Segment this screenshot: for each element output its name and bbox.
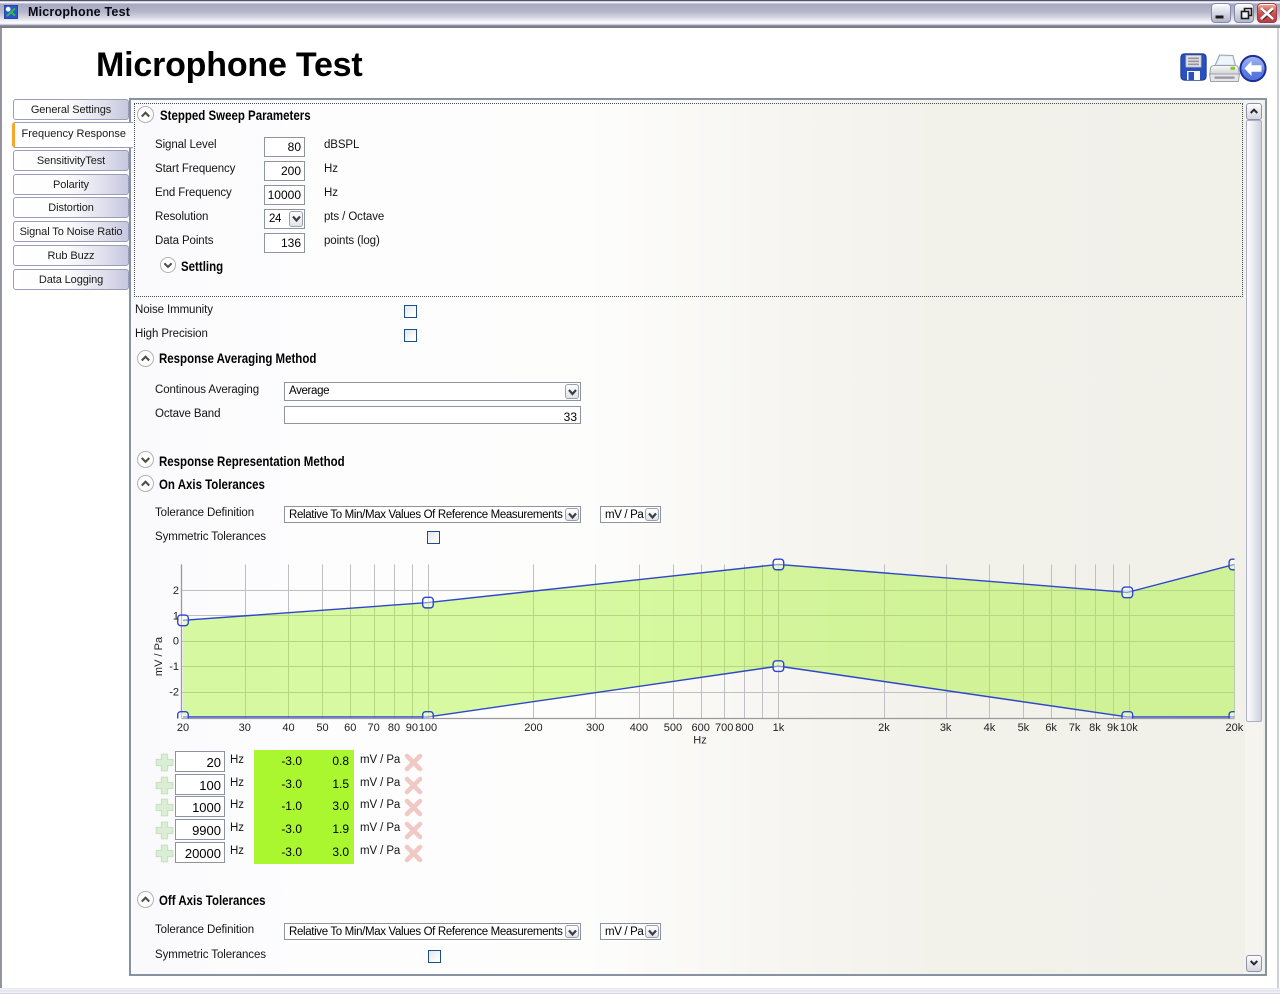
svg-text:7k: 7k <box>1069 722 1081 734</box>
svg-text:1: 1 <box>173 610 179 622</box>
svg-text:2: 2 <box>173 585 179 597</box>
svg-text:6k: 6k <box>1045 722 1057 734</box>
svg-text:10k: 10k <box>1120 722 1138 734</box>
svg-text:4k: 4k <box>984 722 996 734</box>
svg-text:Hz: Hz <box>693 735 706 747</box>
svg-text:800: 800 <box>735 722 753 734</box>
svg-text:80: 80 <box>388 722 400 734</box>
svg-text:8k: 8k <box>1089 722 1101 734</box>
svg-text:1k: 1k <box>773 722 785 734</box>
svg-text:20: 20 <box>177 722 189 734</box>
svg-text:30: 30 <box>239 722 251 734</box>
svg-text:700: 700 <box>715 722 733 734</box>
svg-text:0: 0 <box>173 636 179 648</box>
svg-text:400: 400 <box>630 722 648 734</box>
svg-text:3k: 3k <box>940 722 952 734</box>
svg-text:90: 90 <box>406 722 418 734</box>
svg-text:9k: 9k <box>1107 722 1119 734</box>
svg-text:-2: -2 <box>169 687 179 699</box>
svg-text:50: 50 <box>316 722 328 734</box>
svg-text:500: 500 <box>664 722 682 734</box>
svg-text:-1: -1 <box>169 661 179 673</box>
svg-text:600: 600 <box>691 722 709 734</box>
svg-text:5k: 5k <box>1018 722 1030 734</box>
svg-text:200: 200 <box>524 722 542 734</box>
svg-text:300: 300 <box>586 722 604 734</box>
svg-text:100: 100 <box>419 722 437 734</box>
svg-text:70: 70 <box>368 722 380 734</box>
svg-text:60: 60 <box>344 722 356 734</box>
svg-text:mV / Pa: mV / Pa <box>153 636 165 676</box>
svg-text:20k: 20k <box>1226 722 1244 734</box>
svg-text:2k: 2k <box>878 722 890 734</box>
svg-text:40: 40 <box>282 722 294 734</box>
